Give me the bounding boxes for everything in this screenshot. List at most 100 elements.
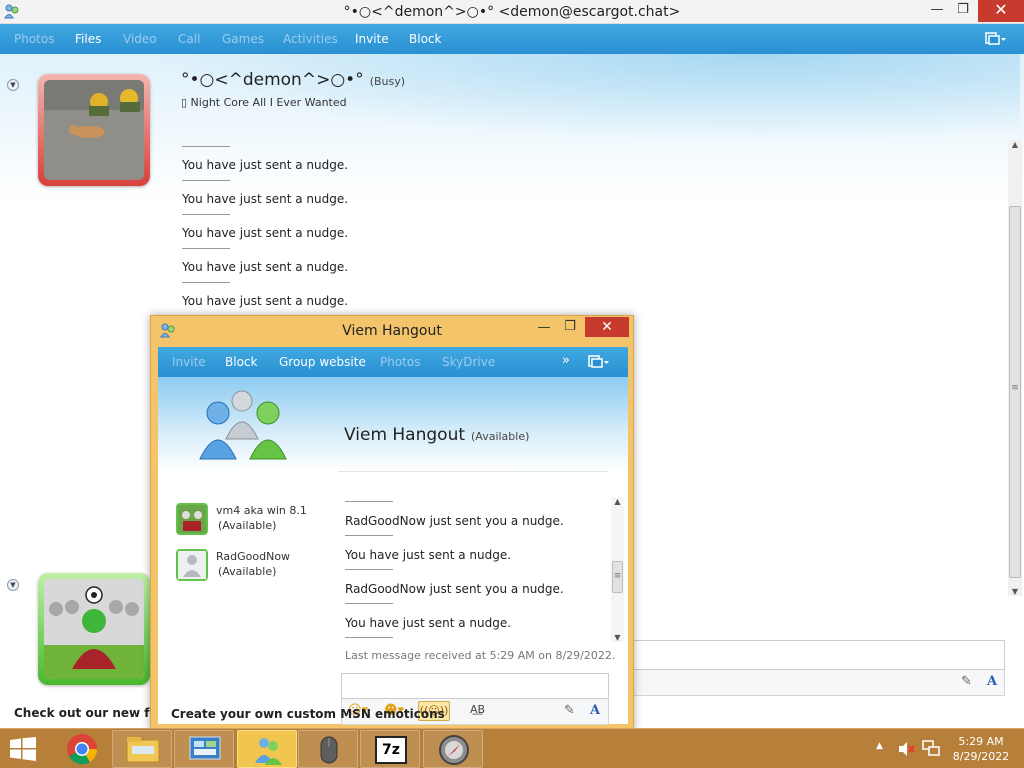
message-item: You have just sent a nudge. bbox=[182, 214, 582, 248]
handwriting-icon[interactable]: ✎ bbox=[564, 703, 575, 718]
menu-activities[interactable]: Activities bbox=[283, 32, 338, 46]
network-icon[interactable] bbox=[922, 740, 940, 758]
tools-menu-icon[interactable] bbox=[588, 354, 610, 370]
member-name: RadGoodNow bbox=[216, 550, 291, 563]
member-item[interactable]: RadGoodNow (Available) bbox=[176, 549, 336, 595]
taskbar-compass-app[interactable] bbox=[423, 730, 483, 768]
contact-name-text: °•○<^demon^>○•° bbox=[181, 70, 364, 90]
hangout-display-name: Viem Hangout (Available) bbox=[344, 425, 529, 445]
group-member-icon bbox=[178, 505, 206, 533]
message-item: You have just sent a nudge. bbox=[345, 603, 605, 637]
maximize-button[interactable]: ❐ bbox=[948, 0, 978, 22]
taskbar-mouse-app[interactable] bbox=[298, 730, 358, 768]
hangout-titlebar: Viem Hangout — ❐ ✕ bbox=[151, 316, 633, 346]
menu-video[interactable]: Video bbox=[123, 32, 157, 46]
main-message-input[interactable] bbox=[630, 640, 1005, 670]
soccer-avatar-image bbox=[44, 579, 144, 679]
tools-menu-icon[interactable] bbox=[985, 31, 1007, 47]
scroll-thumb[interactable]: ≡ bbox=[612, 561, 623, 593]
more-menu-icon[interactable]: » bbox=[562, 353, 570, 368]
scroll-grip: ≡ bbox=[1011, 383, 1019, 393]
scroll-grip: ≡ bbox=[613, 571, 622, 581]
main-input-toolbar: ✎ A bbox=[630, 670, 1005, 696]
hangout-message-input[interactable] bbox=[341, 673, 609, 699]
hangout-scrollbar[interactable]: ▲ ≡ ▼ bbox=[611, 497, 624, 642]
show-hidden-icons-arrow[interactable]: ▲ bbox=[876, 741, 883, 751]
menu-block[interactable]: Block bbox=[409, 32, 441, 46]
message-text: You have just sent a nudge. bbox=[345, 548, 512, 562]
taskbar-file-explorer[interactable] bbox=[112, 730, 172, 768]
contact-display-name: °•○<^demon^>○•° (Busy) bbox=[181, 70, 405, 90]
menu-games[interactable]: Games bbox=[222, 32, 264, 46]
scroll-thumb[interactable]: ≡ bbox=[1009, 206, 1021, 578]
hangout-menu-group-website[interactable]: Group website bbox=[279, 355, 366, 369]
message-text: You have just sent a nudge. bbox=[182, 192, 349, 206]
hangout-maximize-button[interactable]: ❐ bbox=[555, 317, 585, 339]
clock-date: 8/29/2022 bbox=[952, 750, 1010, 763]
message-item: You have just sent a nudge. bbox=[182, 248, 582, 282]
collapse-my-pic-button[interactable]: ▼ bbox=[7, 579, 19, 591]
member-avatar bbox=[176, 503, 208, 535]
hangout-menu-block[interactable]: Block bbox=[225, 355, 257, 369]
member-status: (Available) bbox=[218, 565, 277, 578]
ad-link-right[interactable]: Create your own custom MSN emoticons bbox=[171, 707, 445, 721]
hangout-name-text: Viem Hangout bbox=[344, 425, 466, 445]
system-clock[interactable]: 5:29 AM 8/29/2022 bbox=[950, 734, 1012, 764]
taskbar-messenger[interactable] bbox=[237, 730, 297, 768]
spellcheck-icon[interactable]: A͟B bbox=[470, 703, 485, 716]
message-item: You have just sent a nudge. bbox=[182, 282, 582, 316]
menu-call[interactable]: Call bbox=[178, 32, 200, 46]
font-icon[interactable]: A bbox=[987, 674, 997, 689]
main-menubar: Photos Files Video Call Games Activities… bbox=[0, 24, 1024, 54]
member-item[interactable]: vm4 aka win 8.1 (Available) bbox=[176, 503, 336, 549]
message-text: RadGoodNow just sent you a nudge. bbox=[345, 582, 564, 596]
menu-invite[interactable]: Invite bbox=[355, 32, 389, 46]
message-text: You have just sent a nudge. bbox=[182, 294, 349, 308]
menu-photos[interactable]: Photos bbox=[14, 32, 54, 46]
taskbar: 7z ▲ 5:29 AM 8/29/2022 bbox=[0, 728, 1024, 768]
group-icon bbox=[199, 390, 287, 460]
scroll-down-arrow[interactable]: ▼ bbox=[1008, 587, 1022, 596]
contact-personal-message: ▯ Night Core All I Ever Wanted bbox=[181, 96, 347, 109]
hangout-client-area: Invite Block Group website Photos SkyDri… bbox=[158, 347, 628, 725]
member-status: (Available) bbox=[218, 519, 277, 532]
font-icon[interactable]: A bbox=[590, 703, 600, 718]
volume-muted-icon[interactable] bbox=[898, 741, 916, 757]
hangout-menu-skydrive[interactable]: SkyDrive bbox=[442, 355, 495, 369]
main-scrollbar[interactable]: ▲ ≡ ▼ bbox=[1008, 140, 1022, 596]
message-text: RadGoodNow just sent you a nudge. bbox=[345, 514, 564, 528]
member-list: vm4 aka win 8.1 (Available) RadGoodNow (… bbox=[176, 503, 336, 595]
hangout-status: (Available) bbox=[471, 430, 530, 443]
hangout-close-button[interactable]: ✕ bbox=[585, 317, 629, 337]
compass-icon bbox=[439, 735, 469, 765]
default-user-icon bbox=[178, 551, 206, 579]
close-button[interactable]: ✕ bbox=[978, 0, 1024, 22]
hangout-window: Viem Hangout — ❐ ✕ Invite Block Group we… bbox=[150, 315, 634, 730]
scroll-down-arrow[interactable]: ▼ bbox=[611, 633, 624, 642]
message-text: You have just sent a nudge. bbox=[182, 226, 349, 240]
contact-avatar bbox=[38, 74, 150, 186]
hangout-menu-invite[interactable]: Invite bbox=[172, 355, 206, 369]
collapse-contact-pic-button[interactable]: ▼ bbox=[7, 79, 19, 91]
taskbar-7zip[interactable]: 7z bbox=[360, 730, 420, 768]
main-titlebar: °•○<^demon^>○•° <demon@escargot.chat> — … bbox=[0, 0, 1024, 24]
member-avatar bbox=[176, 549, 208, 581]
taskbar-chrome[interactable] bbox=[52, 730, 112, 768]
divider bbox=[338, 471, 608, 472]
7zip-icon: 7z bbox=[375, 736, 407, 764]
hangout-message-list: RadGoodNow just sent you a nudge. You ha… bbox=[345, 501, 605, 671]
window-title: °•○<^demon^>○•° <demon@escargot.chat> bbox=[343, 4, 681, 20]
menu-files[interactable]: Files bbox=[75, 32, 101, 46]
messenger-icon bbox=[255, 738, 282, 765]
message-item: You have just sent a nudge. bbox=[345, 535, 605, 569]
handwriting-icon[interactable]: ✎ bbox=[961, 674, 972, 689]
hangout-menu-photos[interactable]: Photos bbox=[380, 355, 420, 369]
taskbar-control-panel[interactable] bbox=[174, 730, 234, 768]
message-item: RadGoodNow just sent you a nudge. bbox=[345, 501, 605, 535]
hangout-menubar: Invite Block Group website Photos SkyDri… bbox=[158, 347, 628, 377]
scroll-up-arrow[interactable]: ▲ bbox=[1008, 140, 1022, 149]
ad-link-left[interactable]: Check out our new foru bbox=[14, 706, 172, 720]
windows-start-icon[interactable] bbox=[10, 737, 36, 761]
scroll-up-arrow[interactable]: ▲ bbox=[611, 497, 624, 506]
message-text: You have just sent a nudge. bbox=[182, 158, 349, 172]
